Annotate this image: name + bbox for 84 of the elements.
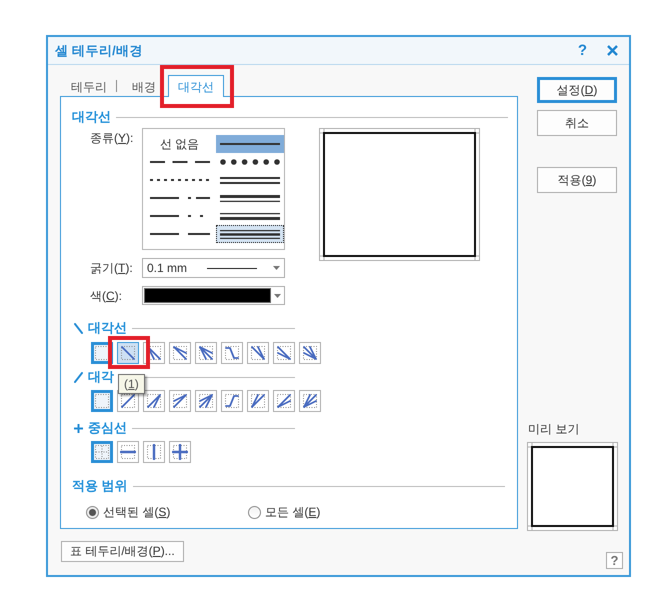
diagonal-style-button[interactable]: [195, 390, 217, 412]
radio-button[interactable]: [248, 506, 261, 519]
plus-icon: [74, 424, 83, 432]
field-label: 색(C):: [90, 288, 124, 302]
step-line-icon: [224, 345, 240, 361]
dialog-button[interactable]: 취소: [537, 110, 617, 136]
diagonal-style-button[interactable]: [299, 342, 321, 364]
dotted-square-icon: [94, 393, 110, 409]
solid-line-icon: [220, 143, 280, 145]
thickness-dropdown[interactable]: 0.1 mm: [142, 258, 285, 278]
field-label: 종류(Y):: [90, 131, 134, 145]
caret-icon: [273, 266, 280, 270]
converging-lines-icon: [302, 393, 318, 409]
center-line-button[interactable]: [91, 441, 113, 463]
converging-lines-icon: [276, 345, 292, 361]
slash-icon: [74, 372, 83, 382]
fan-lines-icon: [146, 393, 162, 409]
diagonal-style-button[interactable]: [221, 342, 243, 364]
help-button[interactable]: ?: [606, 552, 623, 569]
diagonal-line-icon: [120, 345, 136, 361]
tab[interactable]: 배경: [125, 75, 163, 97]
tab[interactable]: 테두리: [64, 75, 114, 97]
diagonal-style-button[interactable]: [221, 390, 243, 412]
fan-lines-icon: [172, 393, 188, 409]
tooltip: (1): [118, 374, 145, 394]
close-button[interactable]: [606, 44, 618, 56]
section-title: 대각선: [72, 109, 111, 125]
diagonal-style-button[interactable]: [143, 390, 165, 412]
thin-thick-line-icon: [220, 212, 280, 220]
fan-lines-icon: [198, 345, 214, 361]
caret-icon: [274, 294, 281, 298]
center-line-button[interactable]: [143, 441, 165, 463]
round-dots-icon: [220, 159, 280, 165]
field-label: 굵기(T):: [90, 261, 134, 275]
diagonal-style-button[interactable]: [169, 342, 191, 364]
diagonal-style-button[interactable]: [247, 342, 269, 364]
line-style-option[interactable]: [216, 135, 284, 153]
diagonal-style-button[interactable]: [273, 342, 295, 364]
preview-label: 미리 보기: [528, 421, 580, 437]
converging-lines-icon: [250, 345, 266, 361]
dotted-line-icon: [150, 179, 210, 181]
color-dropdown[interactable]: [142, 286, 285, 305]
dialog-title: 셀 테두리/배경: [55, 42, 144, 60]
converging-lines-icon: [276, 393, 292, 409]
cross-lines-icon: [172, 444, 188, 460]
fan-lines-icon: [172, 345, 188, 361]
line-style-option[interactable]: [216, 225, 284, 243]
center-line-button[interactable]: [117, 441, 139, 463]
close-icon: [606, 45, 618, 56]
diagonal-style-button[interactable]: [91, 390, 113, 412]
step-line-icon: [224, 393, 240, 409]
section-title: 중심선: [88, 420, 127, 436]
diagonal-style-button[interactable]: [273, 390, 295, 412]
radio-label[interactable]: 선택된 셀(S): [103, 504, 170, 521]
dialog-button[interactable]: 설정(D): [537, 77, 617, 103]
diagonal-line-icon: [120, 393, 136, 409]
radio-label[interactable]: 모든 셀(E): [265, 504, 320, 521]
backslash-icon: [74, 322, 83, 334]
dotted-square-icon: [94, 345, 110, 361]
diagonal-style-button[interactable]: [169, 390, 191, 412]
section-title: 대각선: [88, 320, 127, 336]
dashed-line-icon: [150, 161, 210, 163]
dotted-grid-icon: [94, 444, 110, 460]
thick-thin-line-icon: [220, 194, 280, 202]
tab[interactable]: 대각선: [168, 75, 224, 97]
converging-lines-icon: [250, 393, 266, 409]
table-border-button[interactable]: 표 테두리/배경(P)...: [61, 541, 184, 562]
help-button[interactable]: ?: [577, 42, 588, 60]
long-dash-line-icon: [150, 233, 210, 235]
diagonal-style-button[interactable]: [247, 390, 269, 412]
double-line-icon: [220, 176, 280, 184]
section-title: 적용 범위: [72, 478, 128, 494]
line-style-option[interactable]: 선 없음: [143, 135, 216, 153]
triple-line-icon: [220, 230, 280, 238]
section-title: 대각: [88, 369, 114, 385]
dash-dot-line-icon: [150, 197, 210, 199]
diagonal-style-button[interactable]: [299, 390, 321, 412]
diagonal-style-button[interactable]: [117, 342, 139, 364]
center-line-button[interactable]: [169, 441, 191, 463]
fan-lines-icon: [198, 393, 214, 409]
radio-button[interactable]: [86, 506, 99, 519]
diagonal-style-button[interactable]: [195, 342, 217, 364]
dialog-button[interactable]: 적용(9): [537, 167, 617, 193]
converging-lines-icon: [302, 345, 318, 361]
